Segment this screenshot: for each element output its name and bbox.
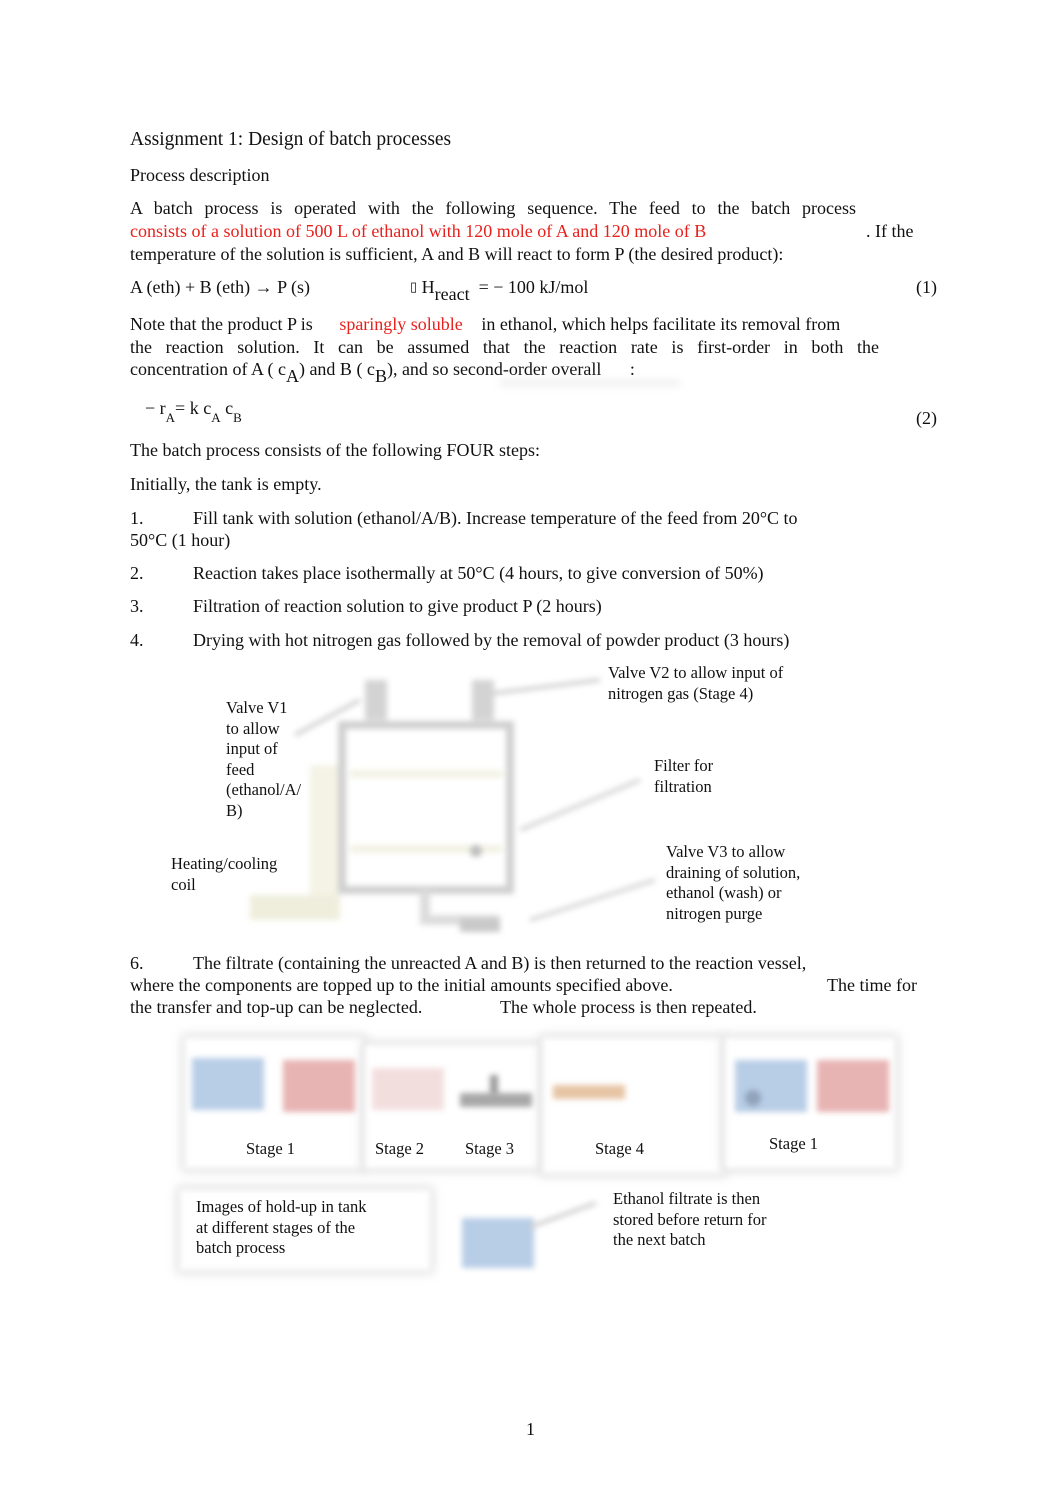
filtrate-note: Ethanol filtrate is then stored before r…	[613, 1189, 767, 1249]
stage-label-3: Stage 3	[465, 1139, 515, 1158]
coil-vertical	[310, 765, 340, 905]
page-number: 1	[526, 1419, 535, 1439]
stage-label-1-repeat: Stage 1	[769, 1134, 819, 1153]
stage-1-repeat-red-tank	[817, 1060, 889, 1112]
step-6-line-3b: The whole process is then repeated.	[500, 997, 757, 1017]
tank-diagram	[250, 678, 656, 932]
tank-body	[338, 721, 514, 894]
stage-3-pipe	[490, 1075, 498, 1095]
v3-leader-line	[529, 878, 656, 922]
step-6-line-2a: where the components are topped up to th…	[130, 975, 673, 995]
step-6-line-1: The filtrate (containing the unreacted A…	[193, 953, 807, 973]
stage-label-2: Stage 2	[375, 1139, 425, 1158]
filtrate-storage-tank	[462, 1218, 534, 1268]
step-6-line-3a: the transfer and top-up can be neglected…	[130, 997, 423, 1017]
label-valve-v2: Valve V2 to allow input of nitrogen gas …	[608, 663, 784, 703]
label-valve-v3: Valve V3 to allow draining of solution, …	[666, 842, 801, 923]
valve-v1	[365, 680, 387, 720]
stage-1-blue-tank	[192, 1058, 264, 1110]
stage-2-pink-tank	[372, 1068, 444, 1110]
stage-label-1: Stage 1	[246, 1139, 296, 1158]
filter-leader-line	[519, 778, 641, 832]
filter-element	[470, 845, 482, 857]
step-6-line-2b: The time for	[827, 975, 917, 995]
tank-liquid-line	[350, 770, 502, 778]
caption-hold-up-images: Images of hold-up in tank at different s…	[196, 1197, 367, 1257]
stage-1-repeat-blue-tank	[735, 1060, 807, 1112]
stage-3-grey-cake	[460, 1093, 532, 1107]
stage-1-repeat-dot	[745, 1090, 761, 1106]
coil-horizontal	[250, 895, 340, 920]
stage-label-4: Stage 4	[595, 1139, 645, 1158]
valve-v2	[472, 680, 494, 720]
tank-diagram-graphic	[250, 678, 656, 932]
label-filter: Filter for filtration	[654, 756, 714, 796]
label-valve-v1: Valve V1 to allow input of feed (ethanol…	[226, 698, 302, 820]
v2-leader-line	[479, 678, 601, 697]
step-6-number: 6.	[130, 953, 144, 973]
stage-4-orange-cake	[553, 1085, 625, 1099]
stage-1-red-tank	[283, 1060, 355, 1112]
valve-v3	[460, 918, 500, 932]
label-heating-cooling-coil: Heating/cooling coil	[171, 854, 278, 894]
